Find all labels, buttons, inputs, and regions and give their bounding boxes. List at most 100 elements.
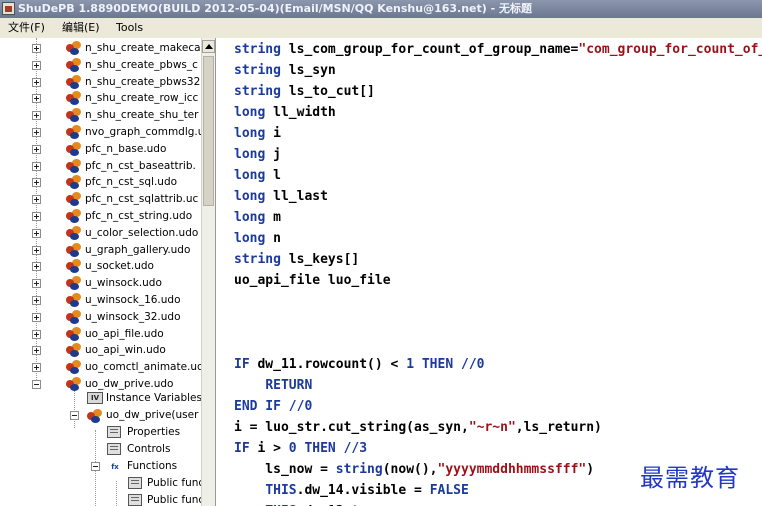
window-title: ShuDePB 1.8890DEMO(BUILD 2012-05-04)(Ema… [18, 2, 533, 15]
code-token: ,ls_return) [515, 420, 602, 435]
code-line: string ls_to_cut[] [234, 82, 375, 102]
tree-item-label[interactable]: pfc_n_cst_string.udo [85, 208, 192, 225]
user-object-icon [66, 225, 82, 240]
public-function-icon [128, 477, 142, 489]
instance-variables-icon: IV [87, 392, 103, 404]
scroll-up-button[interactable] [202, 40, 215, 53]
tree-expander[interactable] [32, 380, 41, 389]
tree-item-label[interactable]: u_graph_gallery.udo [85, 242, 190, 259]
code-text: ls_com_group_for_count_of_group_name= [280, 42, 579, 57]
title-bar: ShuDePB 1.8890DEMO(BUILD 2012-05-04)(Ema… [0, 0, 762, 18]
code-text: ls_keys[] [280, 252, 360, 267]
tree-expander[interactable] [32, 312, 41, 322]
user-object-icon [87, 409, 103, 423]
tree-item-label[interactable]: uo_dw_prive(user [106, 407, 198, 424]
tree-item-label[interactable]: Public func [147, 492, 201, 506]
code-line: uo_api_file luo_file [234, 271, 391, 291]
app-icon [2, 2, 15, 15]
tree-item-label[interactable]: uo_api_file.udo [85, 326, 164, 343]
tree-expander[interactable] [70, 411, 79, 420]
code-token: dw_11.rowcount() < [257, 357, 407, 372]
code-line: long m [234, 208, 281, 228]
tree-item-label[interactable]: uo_comctl_animate.uc [85, 359, 201, 376]
user-object-icon [66, 57, 82, 72]
tree-expander[interactable] [32, 60, 41, 70]
tree-item-label[interactable]: Properties [127, 424, 180, 441]
tree-expander[interactable] [32, 161, 41, 171]
menu-tools[interactable]: Tools [116, 18, 143, 38]
tree-expander[interactable] [32, 296, 41, 305]
code-line: long ll_width [234, 103, 336, 123]
user-object-icon [66, 259, 82, 274]
tree-expander[interactable] [32, 44, 41, 53]
tree-expander[interactable] [32, 262, 41, 272]
tree-item-label[interactable]: u_winsock.udo [85, 275, 162, 292]
tree-expander[interactable] [32, 111, 41, 121]
tree-item-label[interactable]: Public func [147, 475, 201, 492]
tree-expander[interactable] [32, 228, 41, 238]
tree-item-label[interactable]: pfc_n_cst_baseattrib. [85, 158, 196, 175]
user-object-icon [66, 276, 82, 291]
tree-content: n_shu_create_makeca n_shu_create_pbws_c n_… [0, 38, 201, 506]
user-object-icon [66, 108, 82, 123]
tree-item-label[interactable]: uo_api_win.udo [85, 342, 166, 359]
code-line: IF dw_11.rowcount() < 1 THEN //0 [234, 355, 484, 375]
tree-expander[interactable] [32, 128, 41, 137]
tree-item-label[interactable]: u_color_selection.udo [85, 225, 198, 242]
code-keyword: long [234, 126, 266, 141]
tree-expander[interactable] [32, 329, 41, 339]
code-token: RETURN [265, 378, 313, 393]
code-text: ls_syn [280, 63, 336, 78]
tree-item-label[interactable]: nvo_graph_commdlg.u [85, 124, 201, 141]
code-line: THIS.dw_13.tag = as_syn [234, 502, 445, 506]
tree-item-label[interactable]: pfc_n_base.udo [85, 141, 166, 158]
scroll-thumb[interactable] [203, 56, 214, 206]
tree-expander[interactable] [32, 94, 41, 104]
tree-item-label[interactable]: n_shu_create_row_icc [85, 90, 198, 107]
menu-file[interactable]: 文件(F) [8, 18, 45, 38]
user-object-icon [66, 91, 82, 106]
tree-item-label[interactable]: Instance Variables [106, 390, 201, 407]
tree-item-label[interactable]: Functions [127, 458, 177, 475]
tree-item-label[interactable]: pfc_n_cst_sqlattrib.uc [85, 191, 198, 208]
tree-item-label[interactable]: u_socket.udo [85, 258, 154, 275]
code-line: string ls_syn [234, 61, 336, 81]
code-line: long l [234, 166, 281, 186]
code-keyword: long [234, 210, 266, 225]
controls-icon [107, 443, 121, 455]
tree-expander[interactable] [32, 178, 41, 188]
menu-edit[interactable]: 编辑(E) [62, 18, 100, 38]
user-object-icon [66, 74, 82, 89]
tree-expander[interactable] [32, 245, 41, 255]
code-token: THEN //3 [296, 441, 368, 456]
user-object-icon [66, 343, 82, 358]
code-editor[interactable]: string ls_com_group_for_count_of_group_n… [216, 38, 762, 506]
tree-scrollbar[interactable] [201, 38, 215, 506]
object-tree[interactable]: n_shu_create_makeca n_shu_create_pbws_c n_… [0, 38, 216, 506]
tree-expander[interactable] [32, 279, 41, 289]
code-line: string ls_com_group_for_count_of_group_n… [234, 40, 762, 60]
tree-item-label[interactable]: u_winsock_16.udo [85, 292, 181, 309]
tree-expander[interactable] [32, 212, 41, 221]
code-keyword: long [234, 168, 266, 183]
tree-expander[interactable] [91, 462, 100, 471]
code-line: RETURN [234, 376, 312, 396]
tree-expander[interactable] [32, 346, 41, 356]
code-line: ls_now = string(now(),"yyyymmddhhmmssfff… [234, 460, 594, 480]
tree-item-label[interactable]: n_shu_create_makeca [85, 40, 201, 57]
code-line: string ls_keys[] [234, 250, 359, 270]
tree-item-label[interactable]: n_shu_create_pbws_c [85, 57, 198, 74]
tree-expander[interactable] [32, 77, 41, 87]
code-token: END IF //0 [234, 399, 313, 414]
functions-icon: fx [111, 463, 119, 471]
tree-expander[interactable] [32, 144, 41, 154]
tree-expander[interactable] [32, 195, 41, 205]
tree-item-label[interactable]: u_winsock_32.udo [85, 309, 181, 326]
tree-expander[interactable] [32, 363, 41, 373]
tree-item-label[interactable]: n_shu_create_pbws32 [85, 74, 200, 91]
tree-item-label[interactable]: Controls [127, 441, 170, 458]
tree-item-label[interactable]: pfc_n_cst_sql.udo [85, 174, 177, 191]
tree-item-label[interactable]: n_shu_create_shu_ter [85, 107, 198, 124]
code-text: uo_api_file luo_file [234, 273, 391, 288]
